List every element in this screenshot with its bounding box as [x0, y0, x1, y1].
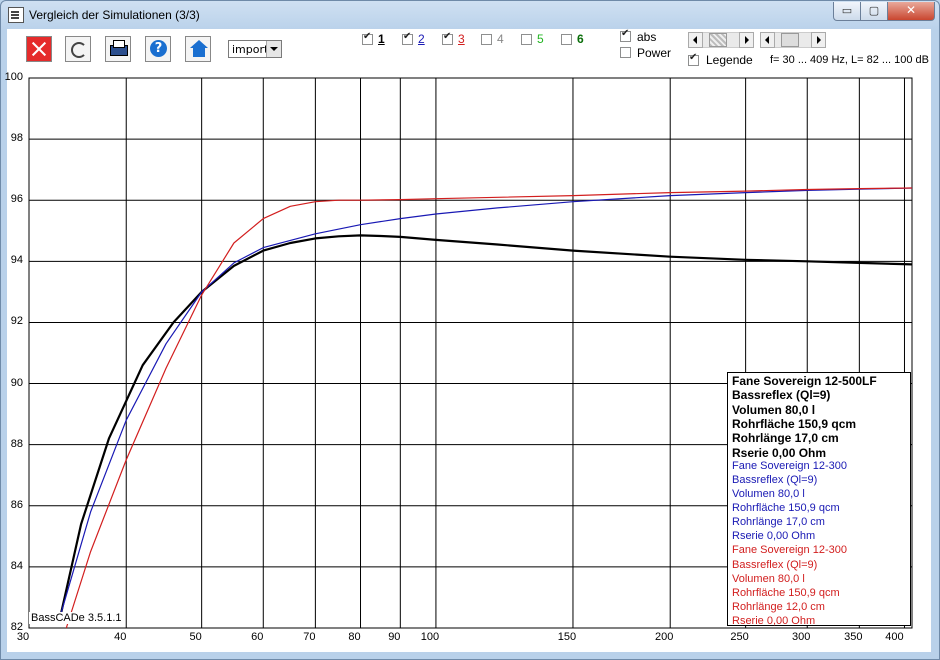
y-tick-label: 96: [10, 193, 23, 206]
legend-line: Rserie 0,00 Ohm: [732, 445, 827, 460]
x-tick-label: 250: [730, 631, 749, 643]
x-tick-label: 30: [16, 631, 30, 643]
y-tick-label: 92: [10, 315, 23, 328]
x-tick-label: 50: [189, 631, 202, 643]
y-tick-label: 90: [10, 376, 23, 389]
x-tick-label: 90: [388, 631, 401, 643]
legend-line: Rohrfläche 150,9 qcm: [732, 416, 857, 431]
legend-line: Bassreflex (Ql=9): [732, 558, 818, 571]
legend-line: Bassreflex (Ql=9): [732, 473, 818, 486]
legend-line: Rohrlänge 17,0 cm: [732, 431, 839, 446]
y-tick-label: 86: [10, 498, 23, 511]
legend-line: Fane Sovereign 12-300: [732, 459, 847, 472]
legend-line: Rohrlänge 17,0 cm: [732, 516, 825, 529]
legend-line: Rserie 0,00 Ohm: [732, 614, 816, 627]
legend-line: Rserie 0,00 Ohm: [732, 530, 816, 543]
legend-line: Fane Sovereign 12-300: [732, 544, 847, 557]
y-tick-label: 100: [4, 71, 23, 83]
legend-line: Volumen 80,0 l: [732, 402, 816, 417]
x-tick-label: 300: [792, 631, 811, 643]
x-tick-label: 200: [655, 631, 674, 643]
x-tick-label: 100: [420, 631, 440, 643]
version-label: BassCADe 3.5.1.1: [29, 612, 124, 624]
y-tick-label: 88: [10, 437, 23, 450]
x-tick-label: 60: [251, 631, 264, 643]
chart-legend: Fane Sovereign 12-500LF Bassreflex (Ql=9)…: [727, 372, 911, 627]
x-tick-label: 40: [114, 631, 127, 643]
legend-line: Rohrfläche 150,9 qcm: [732, 502, 840, 515]
x-tick-label: 70: [303, 631, 316, 643]
y-tick-label: 98: [10, 132, 23, 145]
legend-line: Rohrlänge 12,0 cm: [732, 600, 825, 613]
legend-line: Volumen 80,0 l: [732, 488, 805, 500]
x-tick-label: 150: [557, 631, 577, 643]
y-tick-label: 94: [10, 254, 23, 267]
x-tick-label: 80: [348, 631, 361, 643]
x-tick-label: 400: [885, 631, 904, 643]
legend-line: Rohrfläche 150,9 qcm: [732, 586, 840, 599]
y-tick-label: 84: [10, 559, 23, 572]
legend-line: Fane Sovereign 12-500LF: [732, 374, 877, 388]
legend-line: Bassreflex (Ql=9): [732, 388, 831, 403]
x-tick-label: 350: [844, 631, 863, 643]
legend-line: Volumen 80,0 l: [732, 572, 805, 585]
